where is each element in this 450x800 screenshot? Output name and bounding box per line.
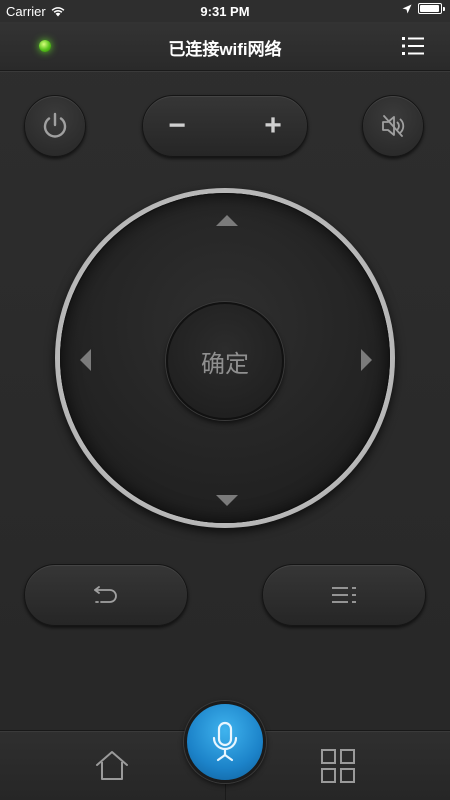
home-icon[interactable] [92,746,132,786]
options-menu-button[interactable] [262,564,426,626]
volume-down-button[interactable]: − [147,96,207,156]
ok-button[interactable]: 确定 [166,302,284,420]
battery-icon [418,3,445,14]
nav-bar: 已连接wifi网络 [0,22,450,71]
remote-control-screen: Carrier 9:31 PM 已连接wifi网络 − + 确定 [0,0,450,800]
back-button[interactable] [24,564,188,626]
status-right [402,3,445,14]
list-menu-icon[interactable] [402,36,424,56]
voice-mic-button[interactable] [184,701,266,783]
volume-control: − + [142,95,308,157]
options-menu-icon [332,587,356,603]
mute-button[interactable] [362,95,424,157]
power-button[interactable] [24,95,86,157]
microphone-icon [212,721,238,762]
dpad-down-button[interactable] [216,495,238,506]
apps-grid-icon[interactable] [318,746,358,786]
mute-icon [382,115,405,137]
dpad-right-button[interactable] [361,349,372,371]
power-icon [43,112,67,138]
back-return-icon [94,586,117,603]
dpad-up-button[interactable] [216,215,238,226]
location-arrow-icon [402,4,412,13]
dpad-left-button[interactable] [80,349,91,371]
page-title: 已连接wifi网络 [168,40,282,59]
volume-up-button[interactable]: + [243,96,303,156]
status-time: 9:31 PM [200,4,250,19]
status-bar: Carrier 9:31 PM [0,0,450,22]
